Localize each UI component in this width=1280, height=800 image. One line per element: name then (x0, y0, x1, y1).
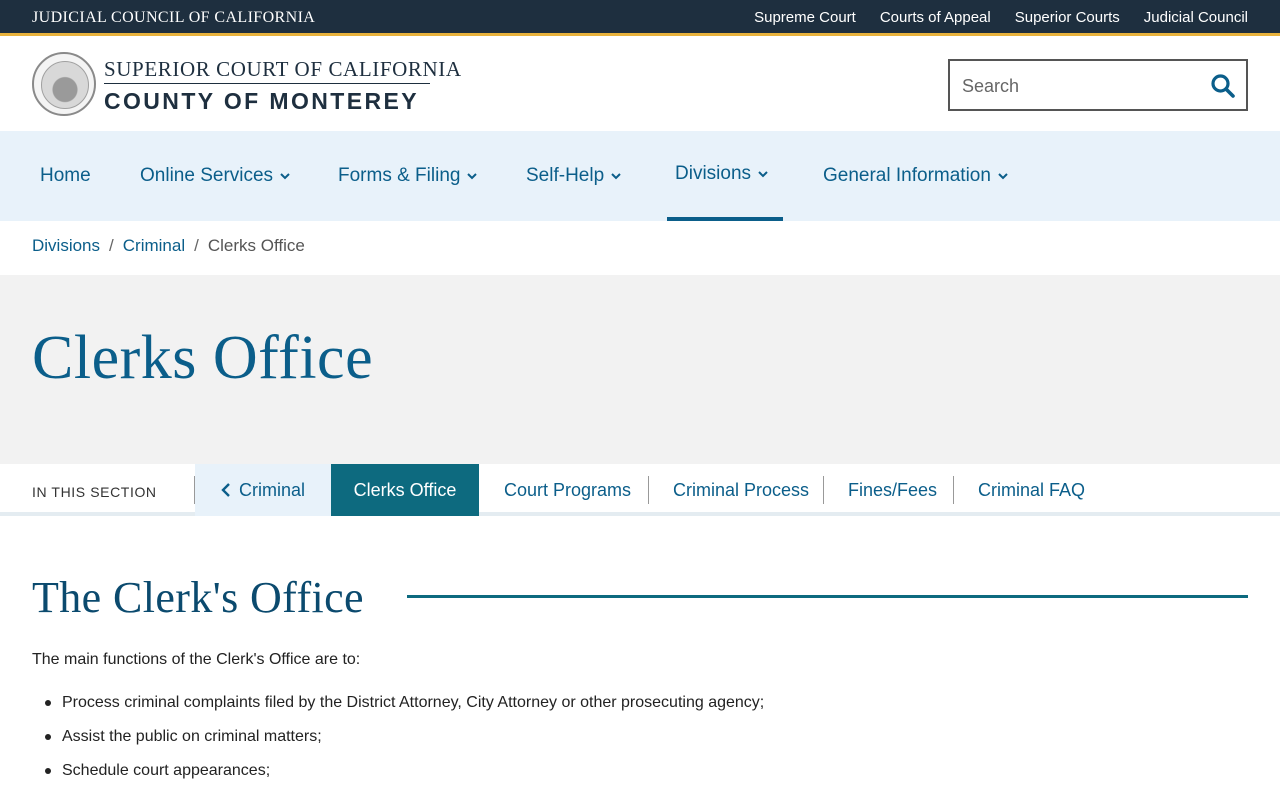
chevron-left-icon (221, 483, 230, 497)
list-item: Assist the public on criminal matters; (44, 726, 764, 760)
search-icon[interactable] (1210, 73, 1236, 99)
breadcrumb-link-divisions[interactable]: Divisions (32, 236, 100, 256)
top-link-superior-courts[interactable]: Superior Courts (1015, 9, 1120, 26)
section-nav: IN THIS SECTION Criminal Clerks Office C… (0, 464, 1280, 516)
top-link-supreme-court[interactable]: Supreme Court (754, 9, 856, 26)
heading-rule (407, 595, 1248, 598)
breadcrumb-separator: / (194, 236, 199, 255)
top-link-courts-of-appeal[interactable]: Courts of Appeal (880, 9, 991, 26)
nav-label: Self-Help (526, 165, 605, 186)
breadcrumb-current: Clerks Office (207, 236, 305, 255)
section-nav-current-clerks-office[interactable]: Clerks Office (331, 464, 479, 516)
site-header: SUPERIOR COURT OF CALIFORNIA COUNTY OF M… (0, 39, 1280, 131)
court-seal-logo[interactable] (32, 52, 96, 116)
brand-line-1[interactable]: SUPERIOR COURT OF CALIFORNIA (104, 57, 462, 82)
nav-item-general-information[interactable]: General Information (823, 131, 1009, 221)
brand-line-2[interactable]: COUNTY OF MONTEREY (104, 88, 419, 115)
nav-item-forms-filing[interactable]: Forms & Filing (338, 131, 478, 221)
content-heading: The Clerk's Office (32, 573, 364, 622)
chevron-down-icon (611, 173, 621, 180)
section-nav-back-label: Criminal (238, 479, 305, 500)
section-tab-court-programs[interactable]: Court Programs (504, 464, 631, 516)
search-box (948, 59, 1248, 111)
section-tab-criminal-process[interactable]: Criminal Process (673, 464, 809, 516)
page-title: Clerks Office (32, 324, 374, 392)
top-utility-bar: JUDICIAL COUNCIL OF CALIFORNIA Supreme C… (0, 0, 1280, 36)
section-tab-divider (648, 476, 649, 504)
nav-label: Divisions (675, 163, 752, 184)
nav-item-self-help[interactable]: Self-Help (526, 131, 622, 221)
chevron-down-icon (758, 171, 768, 178)
top-link-judicial-council[interactable]: Judicial Council (1144, 9, 1248, 26)
chevron-down-icon (280, 173, 290, 180)
breadcrumb-link-criminal[interactable]: Criminal (123, 236, 185, 256)
nav-item-home[interactable]: Home (40, 131, 91, 221)
search-input[interactable] (962, 73, 1202, 99)
list-item: Schedule court appearances; (44, 760, 764, 794)
breadcrumb-separator: / (109, 236, 114, 255)
section-tab-divider (953, 476, 954, 504)
nav-item-divisions[interactable]: Divisions (667, 131, 783, 221)
nav-label: Home (40, 165, 91, 186)
page-hero: Clerks Office (0, 275, 1280, 464)
nav-label: General Information (823, 165, 991, 186)
nav-label: Forms & Filing (338, 165, 461, 186)
section-nav-label: IN THIS SECTION (32, 484, 157, 500)
brand-divider (104, 83, 430, 84)
section-nav-back-criminal[interactable]: Criminal (195, 464, 331, 516)
nav-item-online-services[interactable]: Online Services (140, 131, 291, 221)
functions-list: Process criminal complaints filed by the… (44, 692, 764, 794)
section-tab-fines-fees[interactable]: Fines/Fees (848, 464, 937, 516)
section-tab-criminal-faq[interactable]: Criminal FAQ (978, 464, 1085, 516)
nav-label: Online Services (140, 165, 274, 186)
list-item: Process criminal complaints filed by the… (44, 692, 764, 726)
top-links: Supreme Court Courts of Appeal Superior … (754, 9, 1248, 26)
breadcrumb: Divisions / Criminal / Clerks Office (32, 236, 305, 256)
intro-paragraph: The main functions of the Clerk's Office… (32, 651, 361, 668)
section-tab-divider (823, 476, 824, 504)
judicial-council-title[interactable]: JUDICIAL COUNCIL OF CALIFORNIA (32, 9, 315, 27)
chevron-down-icon (467, 173, 478, 180)
chevron-down-icon (998, 173, 1008, 180)
main-nav: Home Online Services Forms & Filing Self… (0, 131, 1280, 221)
